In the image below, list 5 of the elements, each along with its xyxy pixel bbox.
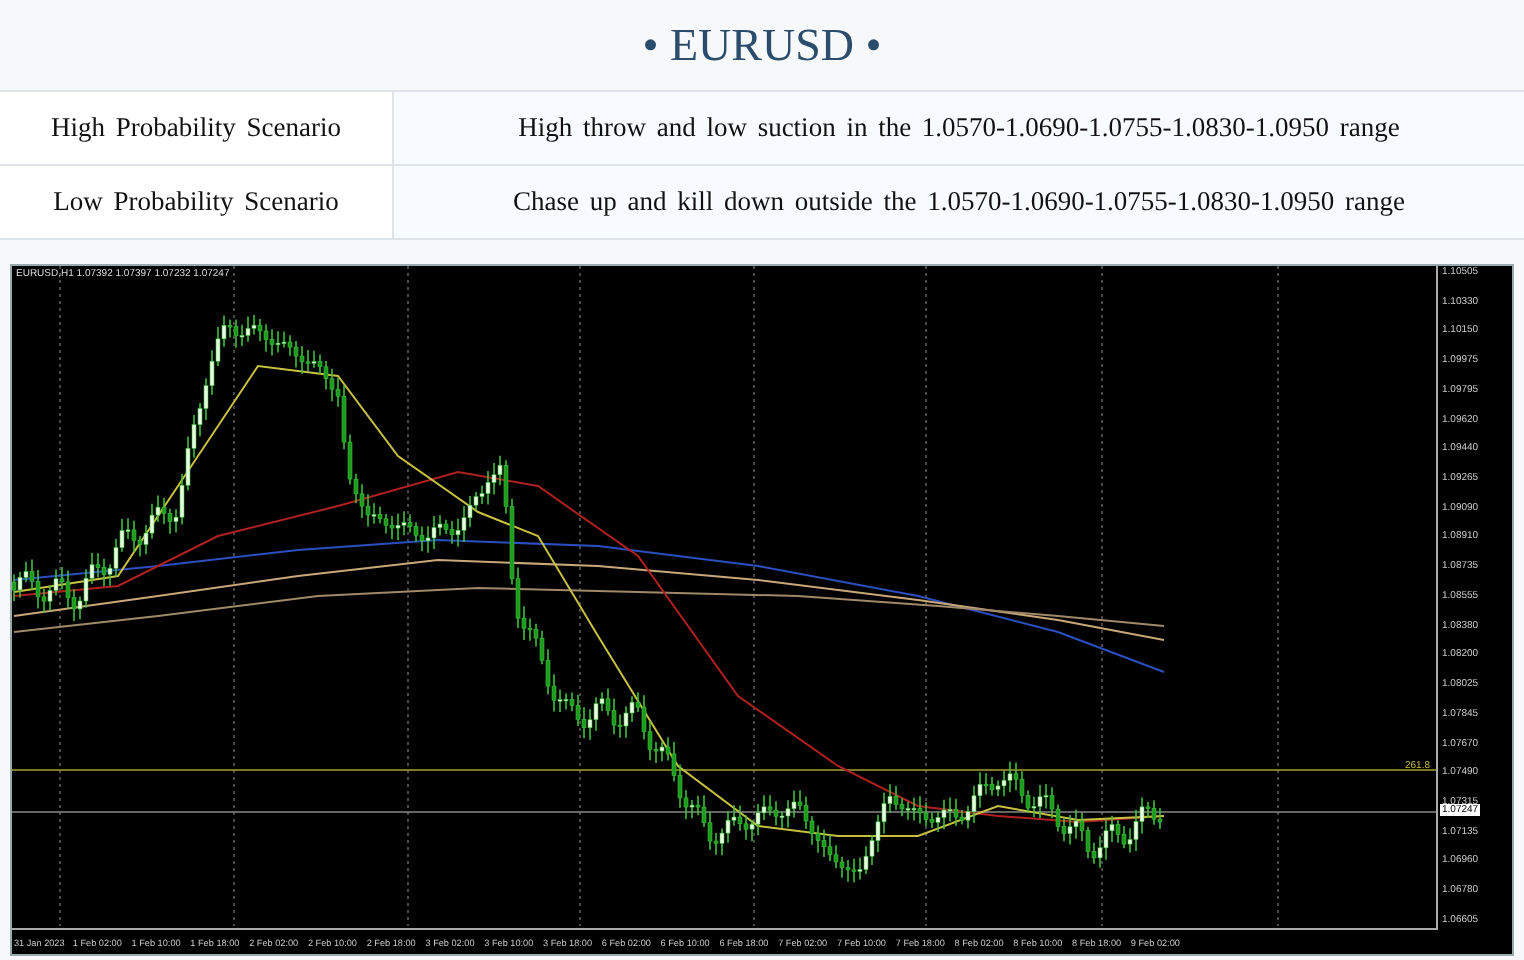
scenario-label: Low Probability Scenario	[0, 166, 394, 240]
scenario-text: High throw and low suction in the 1.0570-1.0690-1.0755-1.0830-1.0950 range	[394, 92, 1524, 166]
scenario-text: Chase up and kill down outside the 1.0570-1.0690-1.0755-1.0830-1.0950 range	[394, 166, 1524, 240]
scenario-label: High Probability Scenario	[0, 92, 394, 166]
page-title: • EURUSD •	[640, 17, 884, 73]
